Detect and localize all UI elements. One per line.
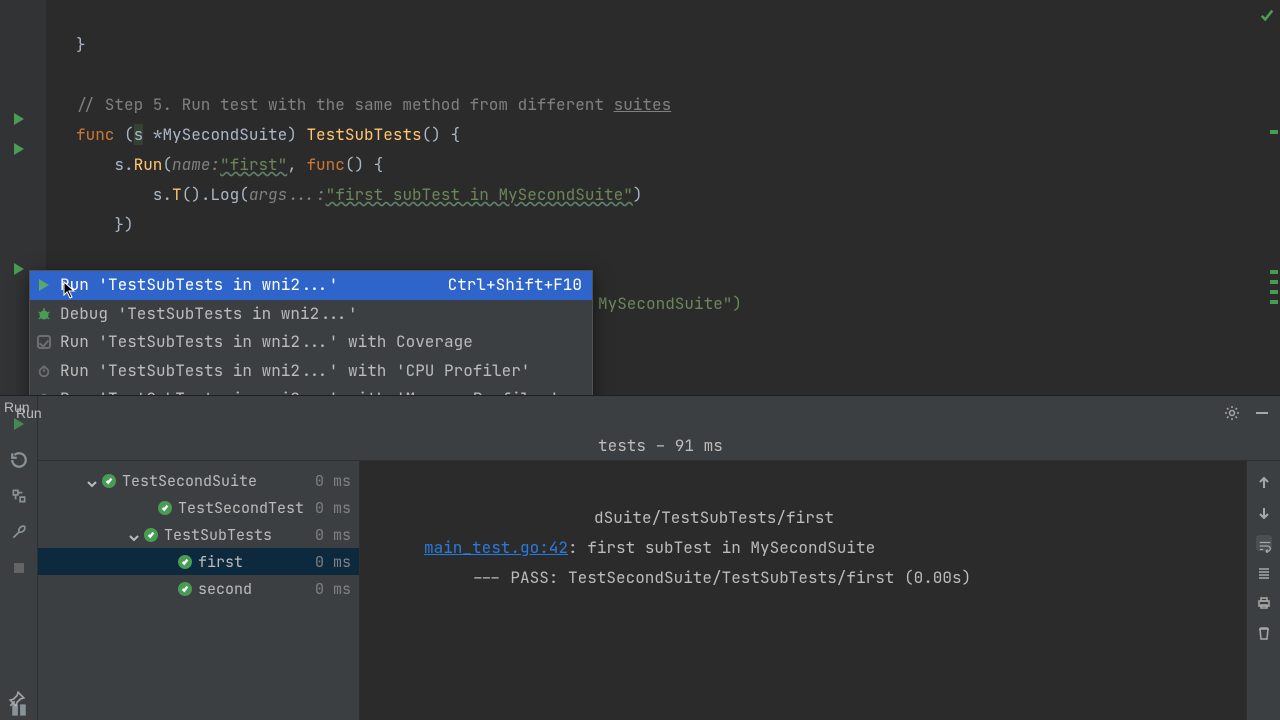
profiler-icon: [36, 363, 52, 379]
tree-label: TestSecondSuite: [122, 471, 257, 491]
tool-body: Run tests – 91 ms TestSecondSuite: [38, 396, 1280, 720]
chevron-down-icon[interactable]: [128, 529, 140, 541]
test-status-text: tests – 91 ms: [598, 435, 723, 456]
scroll-to-end-icon[interactable]: [1256, 565, 1272, 581]
run-gutter-icon[interactable]: [14, 113, 30, 129]
pin-icon[interactable]: [8, 690, 28, 710]
minimize-icon[interactable]: [1254, 405, 1270, 421]
mouse-cursor-icon: [63, 281, 77, 299]
up-arrow-icon[interactable]: [1256, 475, 1272, 491]
editor-scroll-marks: [1266, 0, 1280, 395]
run-gutter-icon[interactable]: [14, 143, 30, 159]
toggle-auto-icon[interactable]: [9, 486, 29, 506]
mark-icon: [1270, 280, 1278, 284]
tool-header: Run: [38, 396, 1280, 430]
mark-icon: [1270, 290, 1278, 294]
code-peek: MySecondSuite"): [598, 289, 742, 319]
ctx-item-run[interactable]: Run 'TestSubTests in wni2...' Ctrl+Shift…: [30, 271, 592, 300]
play-icon: [36, 277, 52, 293]
stop-icon[interactable]: [9, 558, 29, 578]
run-tab-label[interactable]: Run: [4, 399, 30, 415]
mark-icon: [1270, 300, 1278, 304]
tree-label: TestSecondTest: [178, 498, 304, 518]
ctx-label: Run 'TestSubTests in wni2...' with 'CPU …: [60, 357, 582, 386]
trash-icon[interactable]: [1256, 625, 1272, 641]
ctx-item-cpu-profiler[interactable]: Run 'TestSubTests in wni2...' with 'CPU …: [30, 357, 592, 386]
tree-time: 0 ms: [315, 471, 351, 491]
pass-icon: [158, 501, 172, 515]
console-right-rail: [1246, 461, 1280, 720]
tree-label: TestSubTests: [164, 525, 272, 545]
settings-icon[interactable]: [1224, 405, 1240, 421]
chevron-down-icon[interactable]: [86, 475, 98, 487]
mark-icon: [1270, 130, 1278, 134]
console-line: : first subTest in MySecondSuite: [568, 537, 875, 558]
tree-time: 0 ms: [315, 525, 351, 545]
tree-row[interactable]: first 0 ms: [38, 548, 359, 575]
tree-label: second: [198, 579, 252, 599]
coverage-icon: [36, 334, 52, 350]
tree-time: 0 ms: [315, 498, 351, 518]
tree-time: 0 ms: [315, 552, 351, 572]
test-tree[interactable]: TestSecondSuite 0 ms TestSecondTest 0 ms…: [38, 461, 360, 720]
ctx-item-debug[interactable]: Debug 'TestSubTests in wni2...': [30, 300, 592, 329]
wrench-icon[interactable]: [9, 522, 29, 542]
ctx-label: Run 'TestSubTests in wni2...' with Cover…: [60, 328, 582, 357]
test-status-bar: tests – 91 ms: [38, 430, 1280, 460]
run-gutter-icon[interactable]: [14, 263, 30, 279]
run-tool-window: Run tests – 91 ms TestSecondSuite: [0, 395, 1280, 720]
console-link[interactable]: main_test.go:42: [424, 537, 568, 558]
console-line: dSuite/TestSubTests/first: [360, 507, 834, 528]
mark-icon: [1270, 270, 1278, 274]
tree-label: first: [198, 552, 243, 572]
rerun-failed-icon[interactable]: [9, 450, 29, 470]
soft-wrap-icon[interactable]: [1256, 535, 1272, 551]
bug-icon: [36, 306, 52, 322]
tree-time: 0 ms: [315, 579, 351, 599]
down-arrow-icon[interactable]: [1256, 505, 1272, 521]
ctx-item-coverage[interactable]: Run 'TestSubTests in wni2...' with Cover…: [30, 328, 592, 357]
tree-row[interactable]: second 0 ms: [38, 575, 359, 602]
test-console[interactable]: dSuite/TestSubTests/first main_test.go:4…: [360, 461, 1246, 720]
inspection-ok-icon: [1260, 6, 1274, 20]
tree-row[interactable]: TestSubTests 0 ms: [38, 521, 359, 548]
pass-icon: [144, 528, 158, 542]
pass-icon: [102, 474, 116, 488]
console-line: --- PASS: TestSecondSuite/TestSubTests/f…: [360, 567, 971, 588]
tool-left-rail: [0, 396, 38, 720]
ctx-label: Debug 'TestSubTests in wni2...': [60, 300, 582, 329]
tool-content: TestSecondSuite 0 ms TestSecondTest 0 ms…: [38, 460, 1280, 720]
pass-icon: [178, 555, 192, 569]
ctx-label: Run 'TestSubTests in wni2...': [60, 271, 440, 300]
tree-row[interactable]: TestSecondTest 0 ms: [38, 494, 359, 521]
rerun-icon[interactable]: [9, 414, 29, 434]
pass-icon: [178, 582, 192, 596]
print-icon[interactable]: [1256, 595, 1272, 611]
tree-row[interactable]: TestSecondSuite 0 ms: [38, 467, 359, 494]
ctx-shortcut: Ctrl+Shift+F10: [448, 271, 582, 300]
